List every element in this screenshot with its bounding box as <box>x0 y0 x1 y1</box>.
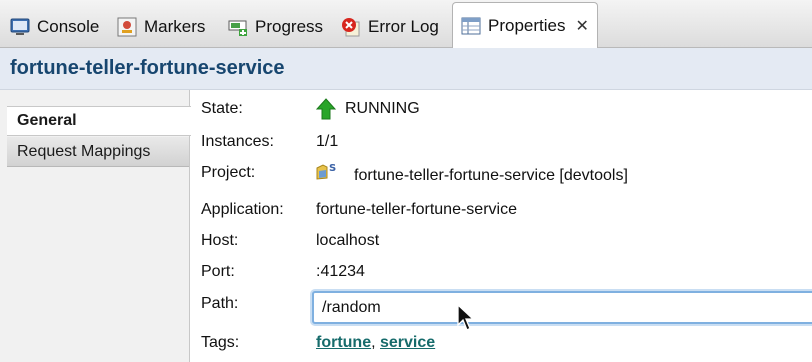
properties-header: fortune-teller-fortune-service <box>0 48 812 90</box>
property-tab-list: General Request Mappings <box>0 90 191 362</box>
spring-project-icon: S <box>316 162 338 182</box>
console-icon <box>10 17 30 37</box>
svg-text:S: S <box>329 163 336 174</box>
tab-properties[interactable]: Properties ✕ <box>452 2 598 49</box>
port-value: :41234 <box>316 263 365 280</box>
tab-markers[interactable]: Markers <box>117 6 205 48</box>
state-value-row: RUNNING <box>315 98 420 120</box>
tab-progress-label: Progress <box>255 17 324 36</box>
mouse-pointer-icon <box>457 303 475 332</box>
instances-value: 1/1 <box>316 133 339 150</box>
tag-separator: , <box>371 334 380 351</box>
host-label: Host: <box>201 232 239 249</box>
instances-label: Instances: <box>201 133 274 150</box>
side-tab-general[interactable]: General <box>7 106 191 136</box>
progress-icon <box>228 17 248 37</box>
side-tab-general-label: General <box>17 112 77 129</box>
state-value: RUNNING <box>345 100 420 117</box>
tab-error-log-label: Error Log <box>368 17 439 36</box>
running-arrow-up-icon <box>315 98 337 120</box>
close-icon[interactable]: ✕ <box>575 16 588 36</box>
path-input[interactable] <box>312 291 812 324</box>
application-value: fortune-teller-fortune-service <box>316 201 517 218</box>
tab-console-label: Console <box>37 17 100 36</box>
side-tab-request-mappings-label: Request Mappings <box>17 142 151 160</box>
application-label: Application: <box>201 201 284 218</box>
markers-icon <box>117 17 137 37</box>
tab-error-log[interactable]: Error Log <box>341 6 439 48</box>
page-title: fortune-teller-fortune-service <box>10 57 285 79</box>
error-log-icon <box>341 17 361 37</box>
general-properties: State: RUNNING Instances: 1/1 Project: S… <box>191 90 812 362</box>
tags-label: Tags: <box>201 334 240 351</box>
host-value: localhost <box>316 232 380 249</box>
project-value: fortune-teller-fortune-service [devtools… <box>354 167 628 184</box>
tab-console[interactable]: Console <box>10 6 99 48</box>
properties-icon <box>461 16 481 36</box>
tags-value: fortune, service <box>316 334 435 352</box>
project-label: Project: <box>201 164 256 181</box>
state-label: State: <box>201 100 243 117</box>
tab-progress[interactable]: Progress <box>228 6 323 48</box>
view-tab-bar: Console Markers Progress Error Log Prope… <box>0 0 812 49</box>
tag-link-service[interactable]: service <box>380 334 435 352</box>
side-tab-request-mappings[interactable]: Request Mappings <box>7 137 189 167</box>
tab-properties-label: Properties <box>488 16 566 35</box>
tag-link-fortune[interactable]: fortune <box>316 334 371 352</box>
path-label: Path: <box>201 295 239 312</box>
port-label: Port: <box>201 263 235 280</box>
project-value-row[interactable]: S fortune-teller-fortune-service [devtoo… <box>316 162 628 184</box>
tab-markers-label: Markers <box>144 17 206 36</box>
